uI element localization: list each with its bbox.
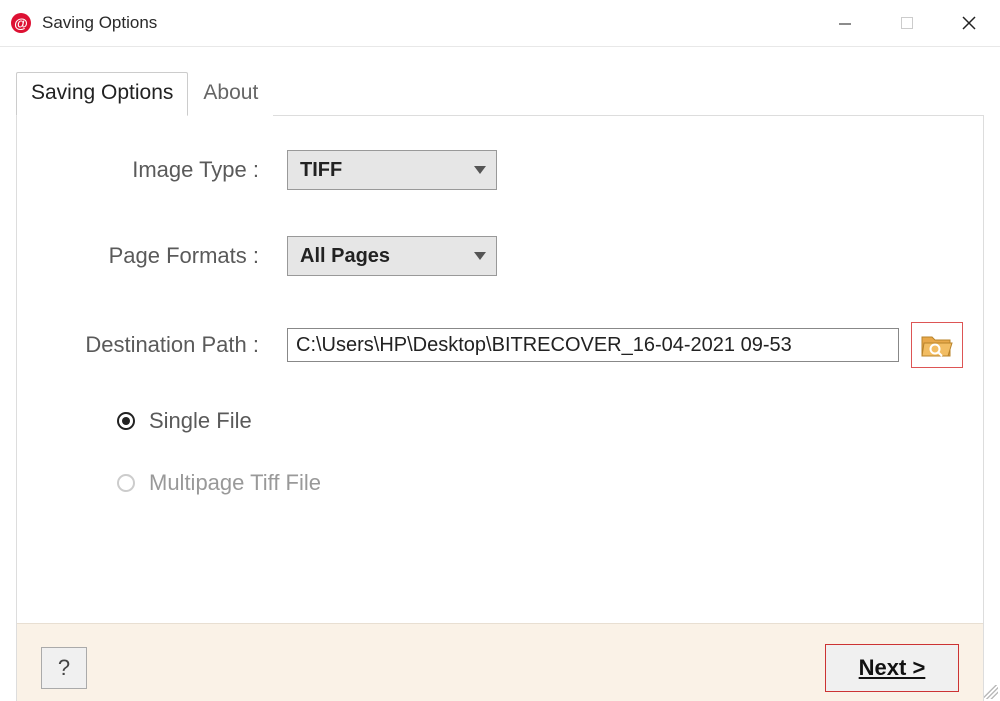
help-button[interactable]: ? — [41, 647, 87, 689]
row-image-type: Image Type : TIFF — [37, 150, 963, 190]
destination-path-input[interactable] — [287, 328, 899, 362]
image-type-select[interactable]: TIFF — [287, 150, 497, 190]
row-page-formats: Page Formats : All Pages — [37, 236, 963, 276]
bottom-bar: ? Next > — [17, 623, 983, 701]
window-controls — [814, 0, 1000, 46]
minimize-button[interactable] — [814, 0, 876, 46]
radio-icon — [117, 474, 135, 492]
maximize-button[interactable] — [876, 0, 938, 46]
resize-handle[interactable] — [984, 685, 998, 699]
svg-text:@: @ — [14, 15, 28, 31]
tab-label: Saving Options — [31, 81, 173, 104]
tab-label: About — [203, 81, 258, 104]
tab-saving-options[interactable]: Saving Options — [16, 72, 188, 116]
radio-label: Single File — [149, 408, 252, 434]
tab-about[interactable]: About — [188, 72, 273, 116]
close-button[interactable] — [938, 0, 1000, 46]
image-type-label: Image Type : — [37, 157, 287, 183]
row-destination-path: Destination Path : — [37, 322, 963, 368]
image-type-value: TIFF — [300, 159, 342, 182]
window-title: Saving Options — [42, 13, 157, 33]
radio-single-file[interactable]: Single File — [117, 408, 963, 434]
page-formats-value: All Pages — [300, 245, 390, 268]
page-formats-select[interactable]: All Pages — [287, 236, 497, 276]
form-area: Image Type : TIFF Page Formats : All Pag… — [17, 116, 983, 496]
folder-search-icon — [920, 331, 954, 359]
page-formats-label: Page Formats : — [37, 243, 287, 269]
chevron-down-icon — [474, 252, 486, 260]
browse-button[interactable] — [911, 322, 963, 368]
titlebar: @ Saving Options — [0, 0, 1000, 47]
radio-multipage-tiff[interactable]: Multipage Tiff File — [117, 470, 963, 496]
radio-icon — [117, 412, 135, 430]
destination-path-label: Destination Path : — [37, 332, 287, 358]
at-sign-icon: @ — [10, 12, 32, 34]
next-button[interactable]: Next > — [825, 644, 959, 692]
radio-label: Multipage Tiff File — [149, 470, 321, 496]
tab-strip: Saving Options About — [16, 71, 984, 116]
tab-panel-saving-options: Image Type : TIFF Page Formats : All Pag… — [16, 116, 984, 701]
chevron-down-icon — [474, 166, 486, 174]
